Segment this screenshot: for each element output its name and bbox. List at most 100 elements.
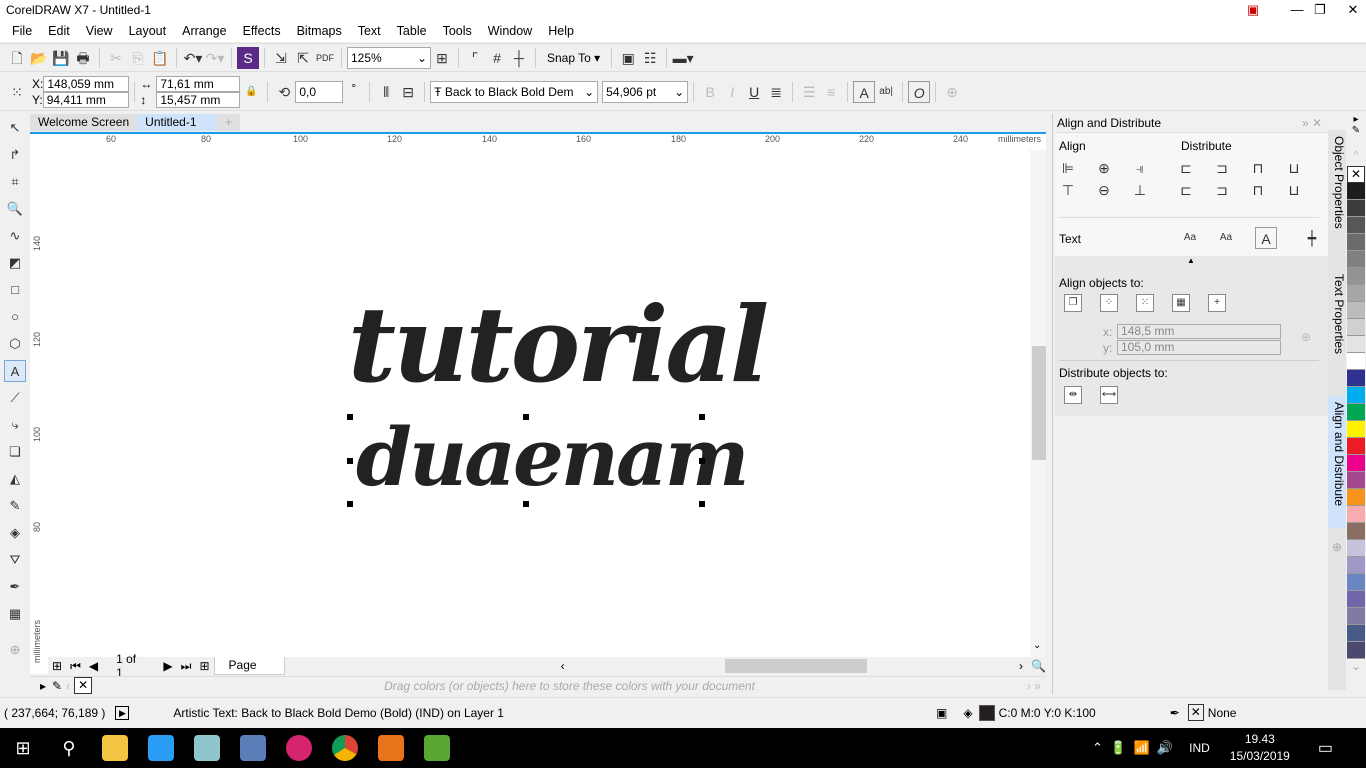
drawing-canvas[interactable]: tutorial duaenam bbox=[48, 150, 1030, 657]
color-swatch[interactable] bbox=[1347, 625, 1365, 642]
zoom-tool-icon[interactable]: 🔍 bbox=[4, 198, 26, 220]
scroll-right-icon[interactable]: › bbox=[1019, 659, 1023, 673]
font-size-select[interactable]: 54,906 pt ⌄ bbox=[602, 80, 689, 103]
drop-shadow-icon[interactable]: ❏ bbox=[4, 441, 26, 463]
artistic-text-tutorial[interactable]: tutorial bbox=[348, 290, 769, 400]
selection-handle[interactable] bbox=[699, 458, 705, 464]
menu-effects[interactable]: Effects bbox=[235, 21, 289, 42]
interactive-fill-icon[interactable]: ◈ bbox=[4, 522, 26, 544]
reference-point-icon[interactable]: ⁙ bbox=[6, 81, 28, 103]
welcome-screen-icon[interactable]: ▬▾ bbox=[672, 47, 694, 69]
redo-icon[interactable]: ↷▾ bbox=[204, 47, 226, 69]
selection-handle[interactable] bbox=[699, 501, 705, 507]
input-language[interactable]: IND bbox=[1189, 741, 1210, 755]
opentype-icon[interactable]: O bbox=[908, 80, 931, 103]
bullet-list-icon[interactable]: ☰ bbox=[798, 81, 820, 103]
quick-customize-icon[interactable]: ⊕ bbox=[4, 639, 26, 661]
menu-file[interactable]: File bbox=[4, 21, 40, 42]
color-swatch[interactable] bbox=[1347, 540, 1365, 557]
selection-handle[interactable] bbox=[347, 414, 353, 420]
color-swatch[interactable] bbox=[1347, 353, 1365, 370]
coreldraw-icon[interactable] bbox=[414, 728, 460, 768]
color-swatch[interactable] bbox=[1347, 608, 1365, 625]
fill-color-swatch[interactable] bbox=[978, 704, 995, 721]
color-swatch[interactable] bbox=[1347, 302, 1365, 319]
page-edge-icon[interactable]: ⁘ bbox=[1100, 294, 1118, 312]
clock[interactable]: 19.43 15/03/2019 bbox=[1230, 731, 1290, 765]
outline-pen-icon[interactable]: ✒ bbox=[4, 576, 26, 598]
color-swatch[interactable] bbox=[1347, 489, 1365, 506]
snap-to-dropdown[interactable]: Snap To ▾ bbox=[541, 51, 606, 65]
color-swatch[interactable] bbox=[1347, 404, 1365, 421]
align-center-h-icon[interactable]: ⊕ bbox=[1093, 157, 1115, 179]
collapse-arrow-icon[interactable]: ▲ bbox=[1187, 256, 1195, 265]
freehand-tool-icon[interactable]: ∿ bbox=[4, 225, 26, 247]
no-fill-swatch[interactable]: ✕ bbox=[1347, 166, 1365, 183]
menu-window[interactable]: Window bbox=[480, 21, 540, 42]
vertical-scrollbar[interactable]: ⌄ bbox=[1030, 150, 1046, 657]
paste-icon[interactable]: 📋 bbox=[149, 47, 171, 69]
palette-scroll-left-icon[interactable]: ‹ bbox=[66, 679, 70, 693]
align-top-icon[interactable]: ⊤ bbox=[1057, 179, 1079, 201]
page-center-icon[interactable]: ⁙ bbox=[1136, 294, 1154, 312]
docker-expand-close-icon[interactable]: » ✕ bbox=[1302, 114, 1322, 132]
color-swatch[interactable] bbox=[1347, 387, 1365, 404]
distribute-center-icon[interactable]: ⊐ bbox=[1211, 157, 1233, 179]
align-center-v-icon[interactable]: ⊖ bbox=[1093, 179, 1115, 201]
menu-tools[interactable]: Tools bbox=[435, 21, 480, 42]
point-y-field[interactable]: 105,0 mm bbox=[1117, 340, 1281, 355]
italic-icon[interactable]: I bbox=[721, 81, 743, 103]
tab-text-properties[interactable]: Text Properties bbox=[1328, 268, 1346, 392]
palette-menu-icon[interactable]: ▸ bbox=[40, 679, 46, 693]
ellipse-tool-icon[interactable]: ○ bbox=[4, 306, 26, 328]
color-swatch[interactable] bbox=[1347, 319, 1365, 336]
new-tab-icon[interactable]: + bbox=[217, 114, 241, 131]
menu-edit[interactable]: Edit bbox=[40, 21, 78, 42]
close-button[interactable]: ✕ bbox=[1330, 0, 1366, 21]
first-line-baseline-icon[interactable]: Aa bbox=[1179, 227, 1201, 249]
connector-tool-icon[interactable]: ⤷ bbox=[4, 414, 26, 436]
tab-align-distribute[interactable]: Align and Distribute bbox=[1328, 396, 1346, 528]
extent-of-page-icon[interactable]: ⟷ bbox=[1100, 386, 1118, 404]
font-list-select[interactable]: Ŧ Back to Black Bold Dem ⌄ bbox=[430, 80, 599, 103]
color-swatch[interactable] bbox=[1347, 285, 1365, 302]
drop-cap-icon[interactable]: ≡ bbox=[820, 81, 842, 103]
x-position-field[interactable]: 148,059 mm bbox=[43, 75, 130, 92]
search-icon[interactable]: ⚲ bbox=[46, 728, 92, 768]
color-swatch[interactable] bbox=[1347, 421, 1365, 438]
polygon-tool-icon[interactable]: ⬡ bbox=[4, 333, 26, 355]
distribute-top-icon[interactable]: ⊏ bbox=[1175, 179, 1197, 201]
prev-page-icon[interactable]: ◀ bbox=[89, 659, 98, 673]
smart-fill-icon[interactable]: ◩ bbox=[4, 252, 26, 274]
selection-handle[interactable] bbox=[699, 414, 705, 420]
action-center-icon[interactable]: ▭ bbox=[1318, 738, 1333, 758]
palette-scroll-right-icon[interactable]: › » bbox=[1027, 679, 1041, 693]
align-left-icon[interactable]: ⊫ bbox=[1057, 157, 1079, 179]
distribute-left-icon[interactable]: ⊏ bbox=[1175, 157, 1197, 179]
notepad-icon[interactable] bbox=[184, 728, 230, 768]
add-docker-icon[interactable]: ⊕ bbox=[1328, 540, 1346, 554]
menu-arrange[interactable]: Arrange bbox=[174, 21, 234, 42]
next-page-icon[interactable]: ▶ bbox=[163, 659, 172, 673]
media-player-icon[interactable] bbox=[368, 728, 414, 768]
start-button[interactable]: ⊞ bbox=[0, 728, 46, 768]
user-icon[interactable]: ▣ bbox=[1230, 0, 1276, 21]
add-icon[interactable]: ⊕ bbox=[941, 81, 963, 103]
text-alignment-icon[interactable]: ≣ bbox=[765, 81, 787, 103]
distribute-bottom-icon[interactable]: ⊓ bbox=[1247, 179, 1269, 201]
color-swatch[interactable] bbox=[1347, 200, 1365, 217]
zoom-navigator-icon[interactable]: 🔍 bbox=[1031, 659, 1046, 673]
tab-untitled-1[interactable]: Untitled-1 bbox=[137, 114, 218, 131]
active-objects-icon[interactable]: ❐ bbox=[1064, 294, 1082, 312]
status-menu-icon[interactable]: ▶ bbox=[115, 705, 130, 720]
last-line-baseline-icon[interactable]: Aa bbox=[1215, 227, 1237, 249]
horizontal-scrollbar-thumb[interactable] bbox=[724, 659, 868, 673]
menu-text[interactable]: Text bbox=[350, 21, 389, 42]
no-color-swatch[interactable]: ✕ bbox=[74, 677, 93, 694]
file-explorer-icon[interactable] bbox=[92, 728, 138, 768]
color-swatch[interactable] bbox=[1347, 472, 1365, 489]
color-swatch[interactable] bbox=[1347, 455, 1365, 472]
color-swatch[interactable] bbox=[1347, 506, 1365, 523]
y-position-field[interactable]: 94,411 mm bbox=[42, 91, 129, 108]
options-icon[interactable]: ▣ bbox=[617, 47, 639, 69]
